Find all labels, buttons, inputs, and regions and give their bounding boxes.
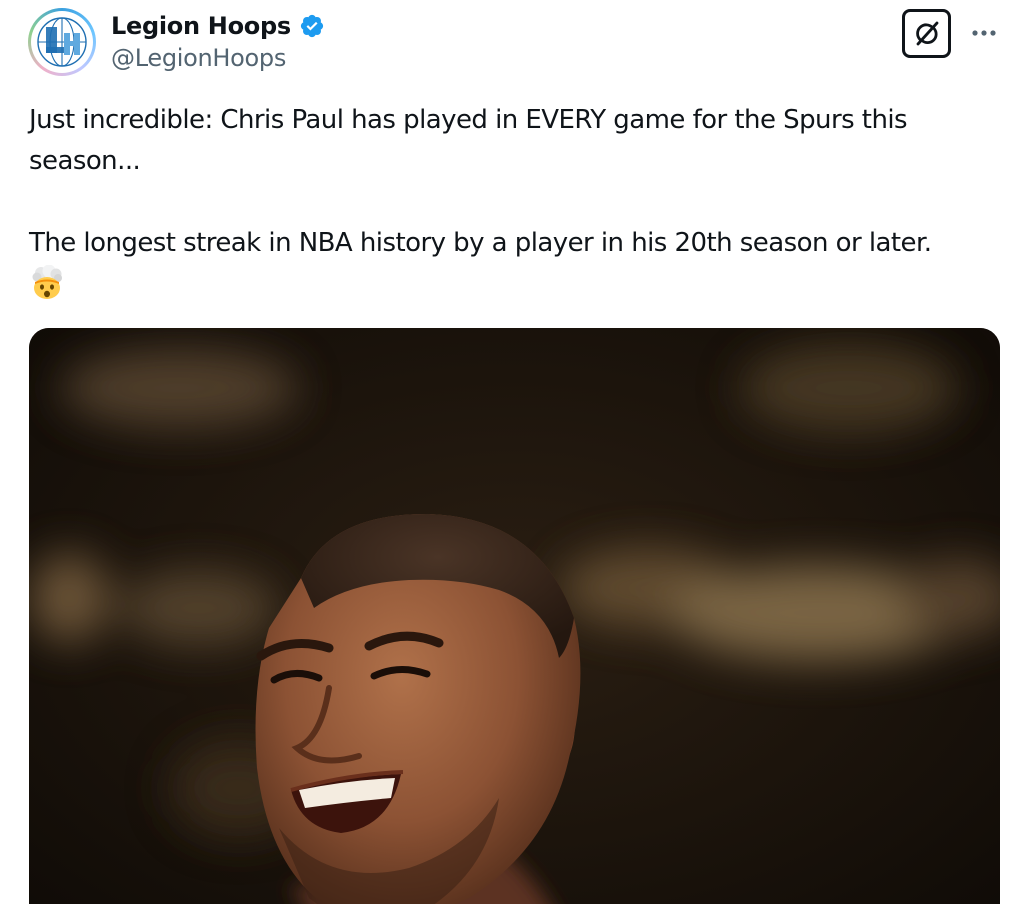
legion-hoops-logo-icon bbox=[35, 15, 89, 69]
author-handle[interactable]: @LegionHoops bbox=[111, 44, 286, 72]
grok-button[interactable] bbox=[902, 9, 951, 58]
author-display-name[interactable]: Legion Hoops bbox=[111, 12, 291, 40]
tweet-paragraph-2: The longest streak in NBA history by a p… bbox=[29, 228, 932, 258]
tweet-card: Legion Hoops @LegionHoops Just incredibl… bbox=[0, 0, 1024, 904]
player-portrait-image bbox=[29, 328, 1000, 904]
grok-icon bbox=[915, 21, 938, 45]
author-avatar[interactable] bbox=[28, 8, 96, 76]
verified-badge-icon[interactable] bbox=[299, 13, 325, 39]
tweet-paragraph-1: Just incredible: Chris Paul has played i… bbox=[29, 105, 908, 176]
exploding-head-emoji-icon bbox=[32, 264, 62, 299]
emoji-line bbox=[29, 264, 999, 305]
tweet-text: Just incredible: Chris Paul has played i… bbox=[29, 100, 999, 305]
more-options-button[interactable] bbox=[966, 18, 1002, 48]
tweet-media-photo[interactable] bbox=[29, 328, 1000, 904]
author-name-row[interactable]: Legion Hoops bbox=[111, 10, 325, 42]
more-dots-icon bbox=[972, 30, 996, 36]
